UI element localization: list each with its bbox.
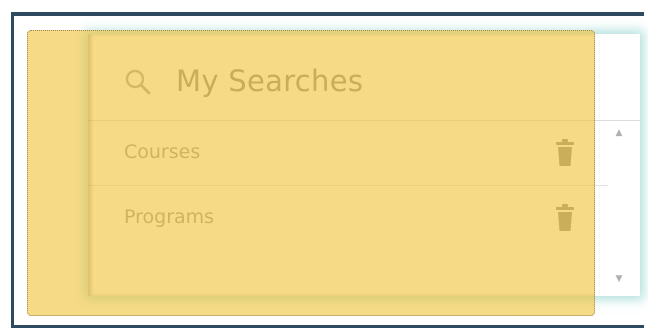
trash-icon[interactable] <box>554 139 576 167</box>
list-item-courses[interactable]: Courses <box>88 121 608 186</box>
trash-icon[interactable] <box>554 204 576 232</box>
panel-header: My Searches <box>88 34 640 121</box>
search-icon <box>125 69 151 95</box>
list-item-label[interactable]: Programs <box>124 206 214 228</box>
my-searches-panel: My Searches Courses Programs <box>88 34 640 296</box>
scrollbar[interactable]: ▲ ▼ <box>604 120 634 290</box>
scroll-down-arrow[interactable]: ▼ <box>612 274 626 284</box>
saved-searches-list: Courses Programs <box>88 121 608 250</box>
list-item-label[interactable]: Courses <box>124 141 200 163</box>
scroll-up-arrow[interactable]: ▲ <box>612 128 626 138</box>
panel-title: My Searches <box>176 64 364 98</box>
list-item-programs[interactable]: Programs <box>88 186 608 250</box>
